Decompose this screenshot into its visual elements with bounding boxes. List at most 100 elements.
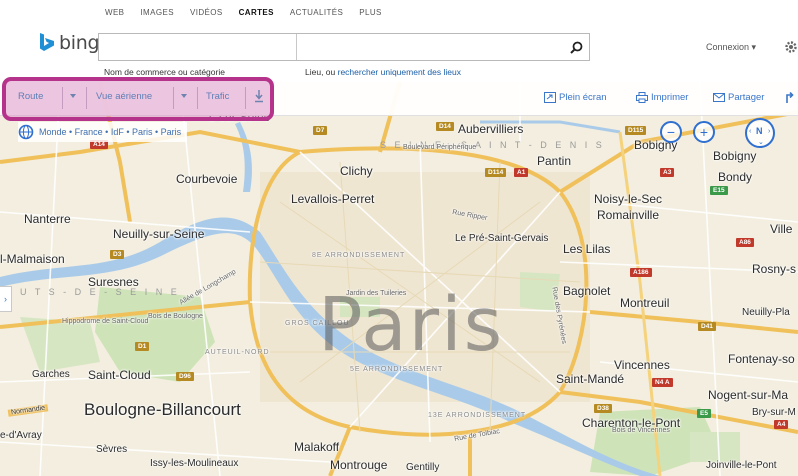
zoom-in-button[interactable]: + — [693, 121, 715, 143]
place-label: Pantin — [537, 154, 572, 168]
road-shield: A1 — [514, 168, 529, 177]
city-label-paris: Paris — [318, 282, 505, 368]
place-label: Vincennes — [614, 358, 670, 372]
aerial-view-button[interactable]: Vue aérienne — [96, 91, 152, 102]
search-box — [98, 33, 590, 61]
bing-logo[interactable]: bing — [38, 32, 100, 54]
place-label: Bry-sur-M — [752, 407, 796, 418]
print-button[interactable]: Imprimer — [636, 92, 688, 103]
search-button[interactable] — [563, 34, 589, 60]
district-label: 13e Arrondissement — [428, 412, 527, 419]
mail-icon — [713, 93, 725, 102]
place-label: Joinville-le-Pont — [706, 460, 777, 471]
business-search-input[interactable] — [99, 34, 295, 60]
place-label: Bobigny — [713, 149, 757, 163]
place-hint-prefix: Lieu, ou — [305, 67, 338, 77]
road-shield: E5 — [697, 409, 711, 418]
road-shield: D14 — [436, 122, 454, 131]
view-separator — [62, 87, 63, 109]
place-label: Issy-les-Moulineaux — [150, 458, 239, 469]
place-label: Garches — [32, 369, 70, 380]
place-label: l-Malmaison — [0, 252, 65, 266]
print-label: Imprimer — [651, 92, 689, 103]
download-icon[interactable] — [254, 90, 264, 103]
share-label: Partager — [728, 92, 765, 103]
place-label: Boulogne-Billancourt — [84, 400, 241, 419]
road-shield: D115 — [625, 126, 647, 135]
place-label: Fontenay-so — [728, 352, 795, 366]
places-only-link[interactable]: rechercher uniquement des lieux — [338, 67, 461, 77]
place-label: Montrouge — [330, 458, 388, 472]
aerial-options-caret-icon[interactable] — [181, 94, 187, 98]
park-label: Hippodrome de Saint-Cloud — [62, 318, 149, 325]
road-shield: D41 — [698, 322, 716, 331]
zoom-out-button[interactable]: − — [660, 121, 682, 143]
region-label: A U T S - D E - S E I N E — [6, 287, 180, 297]
directions-icon[interactable] — [786, 92, 798, 104]
place-label: Nogent-sur-Ma — [708, 388, 789, 402]
map-view-selector: Route Vue aérienne Trafic — [2, 77, 274, 121]
share-button[interactable]: Partager — [713, 92, 764, 103]
road-shield: A186 — [630, 268, 652, 277]
view-separator — [173, 87, 174, 109]
nav-web[interactable]: WEB — [105, 8, 124, 17]
nav-maps[interactable]: CARTES — [239, 8, 274, 17]
road-shield: E15 — [710, 186, 728, 195]
place-label: Rosny-s — [752, 262, 797, 276]
road-shield: D38 — [594, 404, 612, 413]
gear-icon[interactable] — [784, 40, 798, 54]
place-label: Malakoff — [294, 440, 340, 454]
place-label: Saint-Mandé — [556, 372, 625, 386]
bing-wordmark: bing — [59, 32, 100, 54]
road-shield: D3 — [110, 250, 125, 259]
road-shield: D114 — [485, 168, 507, 177]
place-label: Noisy-le-Sec — [594, 192, 663, 206]
road-shield: A86 — [736, 238, 754, 247]
chevron-down-icon: ⌄ — [758, 139, 764, 146]
header: WEB IMAGES VIDÉOS CARTES ACTUALITÉS PLUS… — [0, 0, 798, 82]
place-label: Saint-Cloud — [88, 368, 151, 382]
district-label: Auteuil-Nord — [205, 349, 270, 356]
signin-button[interactable]: Connexion ▾ — [706, 42, 756, 53]
road-shield: D7 — [313, 126, 328, 135]
nav-videos[interactable]: VIDÉOS — [190, 8, 223, 17]
place-label: Les Lilas — [563, 242, 611, 256]
nav-news[interactable]: ACTUALITÉS — [290, 8, 343, 17]
place-label: Bondy — [718, 170, 753, 184]
place-label: Neuilly-Pla — [742, 307, 790, 318]
nav-more[interactable]: PLUS — [359, 8, 382, 17]
road-options-caret-icon[interactable] — [70, 94, 76, 98]
road-view-button[interactable]: Route — [18, 91, 43, 102]
globe-icon[interactable] — [18, 124, 34, 140]
road-shield: A3 — [660, 168, 675, 177]
compass-north-label: N — [756, 126, 763, 136]
location-breadcrumb: Monde • France • IdF • Paris • Paris — [18, 122, 188, 142]
place-label: Levallois-Perret — [291, 192, 375, 206]
park-label: Bois de Boulogne — [148, 313, 203, 320]
compass-control[interactable]: N ‹ › ⌄ — [745, 118, 775, 148]
bing-b-icon — [40, 33, 54, 51]
place-search-input[interactable] — [297, 34, 563, 60]
road-shield: D96 — [176, 372, 194, 381]
search-icon — [569, 41, 582, 54]
chevron-right-icon: › — [768, 128, 771, 135]
minus-icon: − — [666, 124, 676, 140]
view-separator — [245, 87, 246, 109]
place-label: Clichy — [340, 164, 373, 178]
breadcrumb[interactable]: Monde • France • IdF • Paris • Paris — [39, 127, 181, 137]
road-shield: D1 — [135, 342, 150, 351]
fullscreen-label: Plein écran — [559, 92, 607, 103]
road-label: Boulevard Périphérique — [403, 144, 477, 151]
district-label: 8e Arrondissement — [312, 252, 406, 259]
place-label: Ville — [770, 222, 793, 236]
fullscreen-button[interactable]: Plein écran — [544, 92, 607, 103]
view-separator — [197, 87, 198, 109]
side-panel-toggle[interactable]: › — [0, 286, 12, 312]
road-shield: N4 A — [652, 378, 673, 387]
top-nav: WEB IMAGES VIDÉOS CARTES ACTUALITÉS PLUS — [105, 8, 382, 17]
park-label: Bois de Vincennes — [612, 427, 670, 434]
traffic-button[interactable]: Trafic — [206, 91, 229, 102]
place-label: Gentilly — [406, 462, 440, 473]
business-hint: Nom de commerce ou catégorie — [104, 67, 225, 77]
nav-images[interactable]: IMAGES — [140, 8, 174, 17]
